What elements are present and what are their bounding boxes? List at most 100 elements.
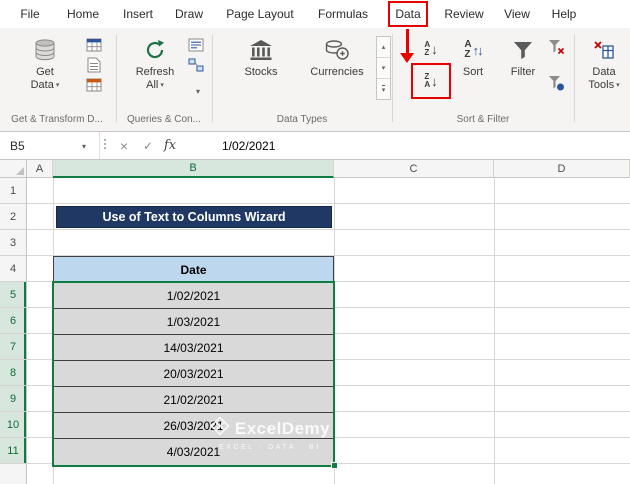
name-box[interactable]: B5 ▾ xyxy=(0,132,100,159)
from-table-button[interactable] xyxy=(84,36,104,54)
group-label-data-types: Data Types xyxy=(276,114,328,125)
filter-button[interactable]: Filter xyxy=(500,36,546,79)
data-tools-button[interactable]: Data Tools ▾ xyxy=(580,36,628,92)
group-label-sort-filter: Sort & Filter xyxy=(456,114,510,125)
cell-b9[interactable]: 21/02/2021 xyxy=(54,387,333,413)
title-banner-cell-b2[interactable]: Use of Text to Columns Wizard xyxy=(56,206,332,228)
group-divider xyxy=(116,34,117,122)
chevron-down-icon: ▾ xyxy=(160,82,164,89)
select-all-button[interactable] xyxy=(0,160,27,178)
get-data-label-line2: Data ▾ xyxy=(31,79,60,92)
row-header-11[interactable]: 11 xyxy=(0,438,26,464)
arrow-down-icon: ↓ xyxy=(477,42,483,58)
cell-b10[interactable]: 26/03/2021 xyxy=(54,413,333,439)
currencies-button[interactable]: Currencies xyxy=(302,36,372,79)
cell-b8[interactable]: 20/03/2021 xyxy=(54,361,333,387)
row-header-4[interactable]: 4 xyxy=(0,256,26,282)
row-header-8[interactable]: 8 xyxy=(0,360,26,386)
edit-links-button[interactable] xyxy=(186,56,206,74)
clear-filter-button[interactable] xyxy=(546,38,566,56)
cancel-icon[interactable]: × xyxy=(114,132,134,159)
data-types-gallery-scroll[interactable]: ▴ ▾ ▾ xyxy=(376,36,391,100)
stocks-button[interactable]: Stocks xyxy=(228,36,294,79)
get-data-label-line1: Get xyxy=(36,66,54,78)
from-text-button[interactable] xyxy=(84,56,104,74)
cell-b5[interactable]: 1/02/2021 xyxy=(54,283,333,309)
insert-function-icon[interactable]: fx xyxy=(160,132,180,159)
column-header-d[interactable]: D xyxy=(494,160,630,178)
refresh-all-button[interactable]: Refresh All ▾ xyxy=(126,36,184,92)
sort-arrows-icon: ↑↓ xyxy=(473,42,484,58)
advanced-filter-button[interactable] xyxy=(546,74,566,92)
tab-data[interactable]: Data xyxy=(388,1,428,27)
group-label-queries: Queries & Con... xyxy=(127,114,201,125)
row-header-2[interactable]: 2 xyxy=(0,204,26,230)
cell-b7[interactable]: 14/03/2021 xyxy=(54,335,333,361)
recent-sources-button[interactable] xyxy=(84,76,104,94)
tab-draw[interactable]: Draw xyxy=(168,2,210,26)
refresh-label-line1: Refresh xyxy=(135,66,175,78)
row-header-7[interactable]: 7 xyxy=(0,334,26,360)
refresh-label-line2: All ▾ xyxy=(146,79,164,92)
name-box-value: B5 xyxy=(10,138,25,153)
column-header-a[interactable]: A xyxy=(27,160,53,178)
collapse-chevron-icon[interactable]: ▾ xyxy=(188,82,208,100)
data-tools-label-line2: Tools ▾ xyxy=(588,79,619,92)
query-properties-button[interactable] xyxy=(186,36,206,54)
get-data-label-text: Data xyxy=(30,79,54,91)
get-data-button[interactable]: Get Data ▾ xyxy=(16,36,74,92)
tab-home[interactable]: Home xyxy=(62,2,104,26)
gridline xyxy=(494,178,495,484)
tab-review[interactable]: Review xyxy=(438,2,490,26)
formula-bar-input[interactable]: 1/02/2021 xyxy=(222,132,275,159)
formula-bar: B5 ▾ × ✓ fx 1/02/2021 xyxy=(0,132,630,160)
row-header-5[interactable]: 5 xyxy=(0,282,26,308)
stocks-label: Stocks xyxy=(244,66,278,78)
chevron-down-icon: ▾ xyxy=(55,82,60,89)
gallery-up-icon[interactable]: ▴ xyxy=(377,37,390,58)
row-header-1[interactable]: 1 xyxy=(0,178,26,204)
row-header-10[interactable]: 10 xyxy=(0,412,26,438)
row-header-12[interactable] xyxy=(0,464,26,484)
gallery-more-icon[interactable]: ▾ xyxy=(377,79,390,99)
cell-b6[interactable]: 1/03/2021 xyxy=(54,309,333,335)
sort-dialog-icon: A Z ↑↓ xyxy=(464,36,484,64)
column-header-b[interactable]: B xyxy=(53,160,334,178)
group-divider xyxy=(212,34,213,122)
ribbon-tab-bar: File Home Insert Draw Page Layout Formul… xyxy=(0,0,630,28)
column-header-c[interactable]: C xyxy=(334,160,494,178)
tab-insert[interactable]: Insert xyxy=(116,2,160,26)
annotation-arrow-line xyxy=(406,29,409,54)
arrow-down-icon: ↓ xyxy=(431,41,438,57)
row-header-3[interactable]: 3 xyxy=(0,230,26,256)
tab-view[interactable]: View xyxy=(497,2,537,26)
date-table: Date 1/02/2021 1/03/2021 14/03/2021 20/0… xyxy=(53,256,334,466)
row-header-6[interactable]: 6 xyxy=(0,308,26,334)
currencies-label: Currencies xyxy=(310,66,364,78)
tab-help[interactable]: Help xyxy=(544,2,584,26)
refresh-icon xyxy=(143,36,167,64)
database-icon xyxy=(32,36,58,64)
sort-az-button[interactable]: A Z ↓ xyxy=(416,36,446,62)
sort-letter: Z xyxy=(464,49,471,60)
group-divider xyxy=(392,34,393,122)
cell-b4-date-header[interactable]: Date xyxy=(54,257,333,283)
annotation-highlight-sort-za xyxy=(411,63,451,99)
annotation-arrow-head xyxy=(400,53,414,63)
gallery-down-icon[interactable]: ▾ xyxy=(377,58,390,79)
enter-icon[interactable]: ✓ xyxy=(138,132,158,159)
refresh-label-text: All xyxy=(146,79,159,91)
excel-window: File Home Insert Draw Page Layout Formul… xyxy=(0,0,630,484)
cell-b11[interactable]: 4/03/2021 xyxy=(54,439,333,465)
chevron-down-icon[interactable]: ▾ xyxy=(82,142,86,151)
sort-button[interactable]: A Z ↑↓ Sort xyxy=(452,36,494,79)
formula-bar-drag-handle[interactable] xyxy=(104,139,106,149)
tab-formulas[interactable]: Formulas xyxy=(310,2,376,26)
data-tools-icon xyxy=(592,36,616,64)
fill-handle[interactable] xyxy=(331,462,338,469)
tab-file[interactable]: File xyxy=(12,2,48,26)
tab-page-layout[interactable]: Page Layout xyxy=(218,2,302,26)
bank-icon xyxy=(248,36,274,64)
filter-label: Filter xyxy=(510,66,536,78)
row-header-9[interactable]: 9 xyxy=(0,386,26,412)
